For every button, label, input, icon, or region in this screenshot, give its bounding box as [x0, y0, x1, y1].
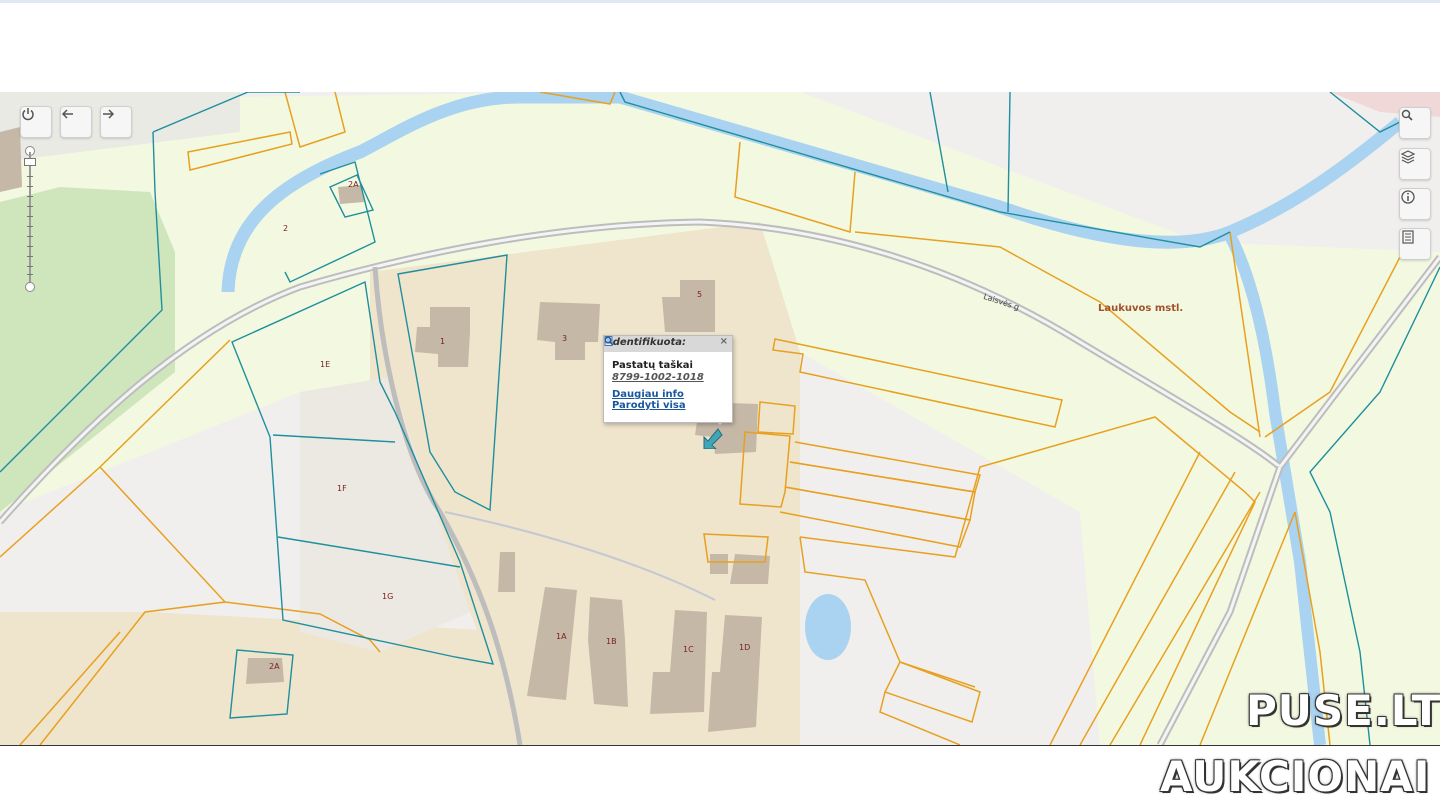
- town-label: Laukuvos mstl.: [1098, 303, 1184, 314]
- magnifier-icon: [604, 336, 614, 346]
- parcel-label-2a-north: 2A: [348, 180, 359, 189]
- parcel-label-1f: 1F: [337, 484, 347, 493]
- popup-header: Identifikuota: ×: [604, 336, 732, 352]
- building-label-1d: 1D: [739, 643, 751, 652]
- building-label-3: 3: [562, 334, 568, 343]
- top-border: [0, 0, 1440, 3]
- building-label-1a: 1A: [556, 632, 567, 641]
- building-label-1c: 1C: [683, 645, 694, 654]
- show-all-link[interactable]: Parodyti visa: [604, 336, 732, 411]
- search-icon: [1401, 109, 1413, 121]
- building-label-5: 5: [697, 290, 703, 299]
- show-all-label[interactable]: Parodyti visa: [612, 400, 686, 411]
- power-icon: [22, 108, 34, 121]
- layers-button[interactable]: [1399, 148, 1431, 180]
- forward-button[interactable]: [100, 106, 132, 138]
- more-info-label[interactable]: Daugiau info: [612, 389, 684, 400]
- popup-header-text: Identifikuota:: [609, 337, 687, 348]
- document-icon: [1402, 230, 1414, 244]
- watermark-line1: PUSE.LT: [1246, 686, 1440, 735]
- info-icon: [1401, 190, 1415, 204]
- zoom-slider[interactable]: [24, 146, 36, 292]
- back-button[interactable]: [60, 106, 92, 138]
- map-canvas[interactable]: 2A 2 1E 1F 1G 2A 5 3 1 1A 1B 1C 1D Lauku…: [0, 92, 1440, 746]
- identify-popup: Identifikuota: × Pastatų taškai 8799-100…: [603, 335, 733, 423]
- pond: [805, 594, 851, 660]
- arrow-left-icon: [61, 109, 73, 119]
- popup-code-link[interactable]: 8799-1002-1018: [612, 372, 732, 383]
- parcel-label-2a-south: 2A: [269, 662, 280, 671]
- zoom-handle[interactable]: [24, 158, 36, 166]
- building-label-1b: 1B: [606, 637, 617, 646]
- parcel-label-1g: 1G: [382, 592, 394, 601]
- search-button[interactable]: [1399, 107, 1431, 139]
- parcel-label-1e: 1E: [320, 360, 331, 369]
- close-icon[interactable]: ×: [720, 336, 728, 347]
- power-button[interactable]: [20, 106, 52, 138]
- more-info-link[interactable]: Daugiau info: [604, 336, 732, 400]
- layers-icon: [1400, 150, 1416, 164]
- building-label-1: 1: [440, 337, 446, 346]
- arrow-right-icon: [103, 109, 115, 119]
- info-button[interactable]: [1399, 188, 1431, 220]
- legend-button[interactable]: [1399, 228, 1431, 260]
- zoom-out-knob[interactable]: [25, 282, 35, 292]
- watermark-line2: AUKCIONAI: [1160, 752, 1431, 801]
- popup-title: Pastatų taškai: [612, 360, 693, 371]
- parcel-label-2: 2: [283, 224, 289, 233]
